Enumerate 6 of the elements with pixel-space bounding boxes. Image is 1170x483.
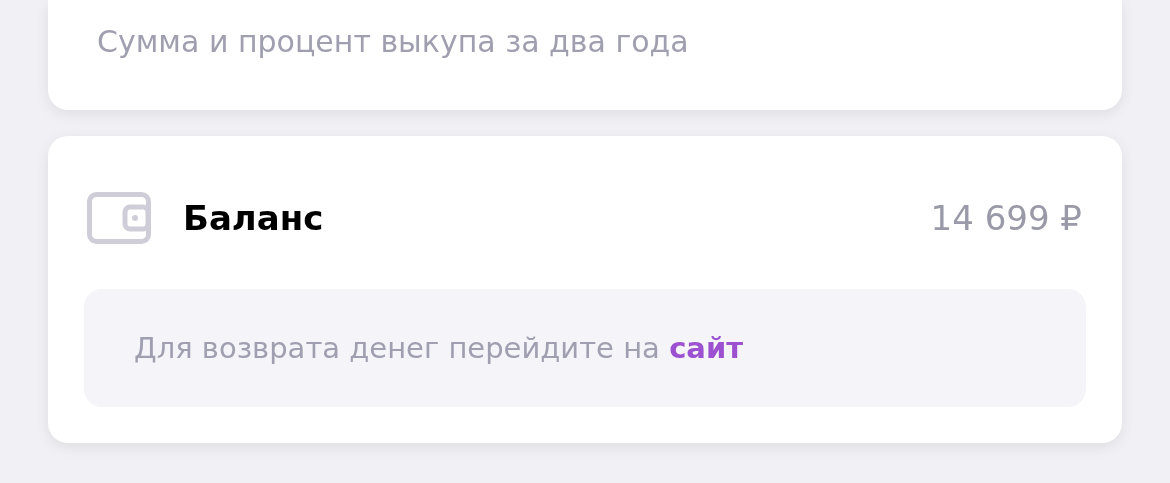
site-link[interactable]: сайт <box>669 331 743 365</box>
balance-title: Баланс <box>183 198 324 238</box>
caption: Сумма и процент выкупа за два года <box>97 24 689 59</box>
balance-amount: 14 699 ₽ <box>930 198 1082 238</box>
refund-text: Для возврата денег перейдите на сайт <box>134 331 743 365</box>
wallet-icon <box>87 192 151 244</box>
